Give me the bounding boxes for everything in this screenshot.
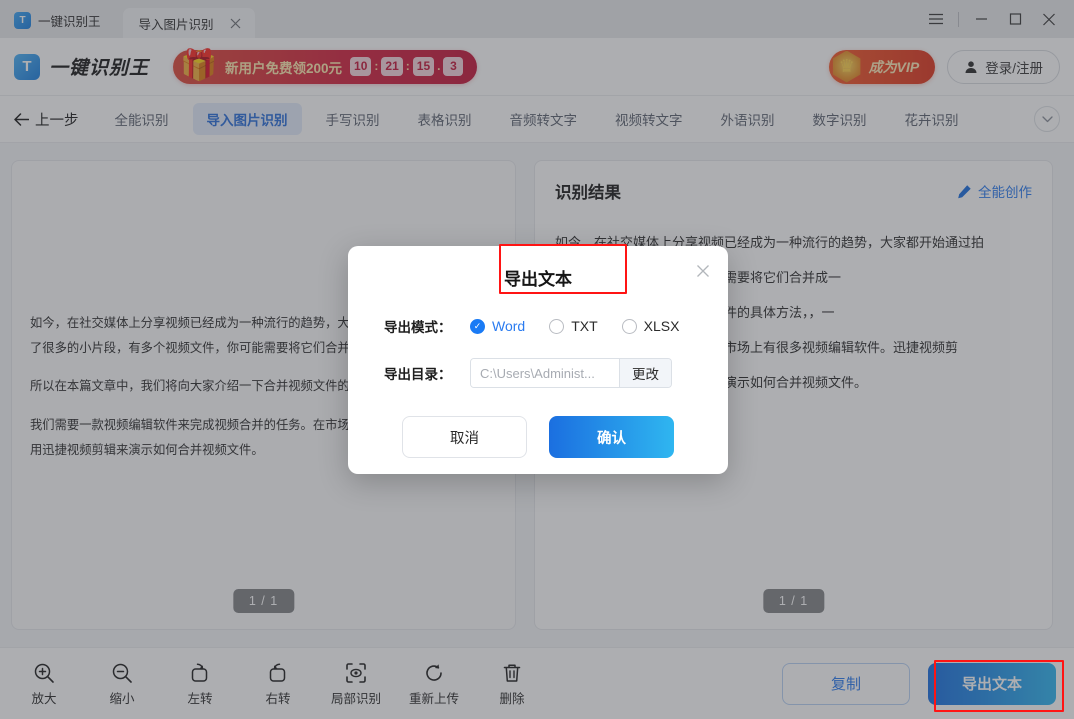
export-dialog-title: 导出文本 [504, 270, 572, 289]
export-directory-row: 导出目录： C:\Users\Administ... 更改 [348, 358, 728, 388]
radio-word[interactable]: ✓ Word [470, 318, 525, 334]
export-directory-input[interactable]: C:\Users\Administ... [471, 359, 619, 387]
radio-unselected-icon [549, 318, 565, 334]
radio-unselected-icon [621, 318, 637, 334]
radio-xlsx[interactable]: XLSX [621, 318, 680, 334]
dialog-confirm-button[interactable]: 确认 [549, 416, 674, 458]
export-text-dialog: 导出文本 导出模式： ✓ Word TXT XLSX 导出目录： C:\User… [348, 246, 728, 474]
dialog-actions: 取消 确认 [348, 416, 728, 458]
export-directory-label: 导出目录： [384, 367, 452, 382]
change-directory-button[interactable]: 更改 [619, 359, 671, 387]
radio-selected-icon: ✓ [470, 318, 485, 334]
radio-xlsx-label: XLSX [643, 318, 680, 334]
close-icon[interactable] [692, 260, 714, 282]
radio-txt[interactable]: TXT [549, 318, 598, 334]
radio-word-label: Word [492, 318, 526, 334]
radio-txt-label: TXT [571, 318, 598, 334]
export-directory-field: C:\Users\Administ... 更改 [470, 358, 672, 388]
application-window: 一键识别王 导入图片识别 [0, 0, 1074, 719]
export-mode-row: 导出模式： ✓ Word TXT XLSX [348, 316, 728, 336]
export-mode-label: 导出模式： [384, 320, 452, 335]
dialog-close-glyph [697, 265, 709, 277]
dialog-cancel-button[interactable]: 取消 [402, 416, 527, 458]
export-mode-options: ✓ Word TXT XLSX [470, 318, 679, 334]
